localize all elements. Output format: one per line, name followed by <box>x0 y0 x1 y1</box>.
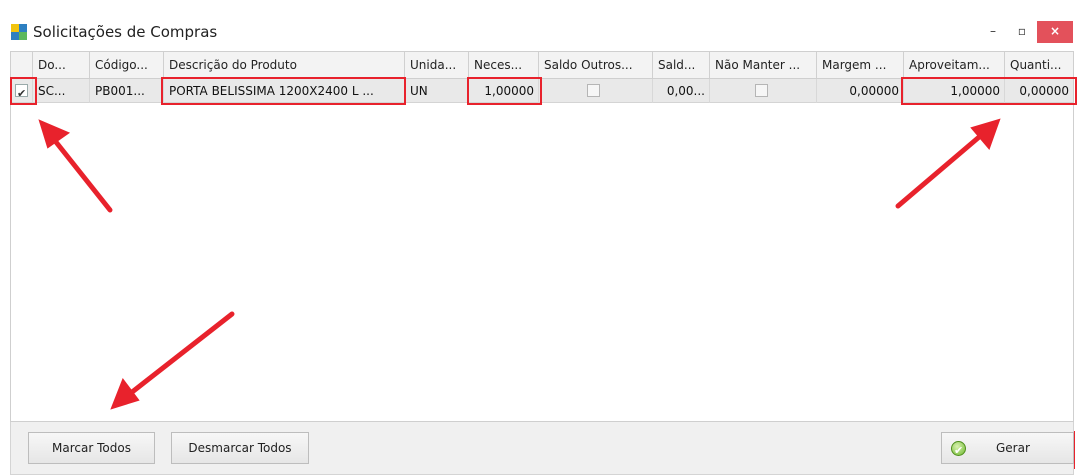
checkmark-icon <box>951 436 966 466</box>
desmarcar-todos-button[interactable]: Desmarcar Todos <box>171 432 309 464</box>
app-icon <box>11 24 27 40</box>
header-doc[interactable]: Do... <box>33 52 90 78</box>
gerar-button[interactable]: Gerar <box>941 432 1074 466</box>
gerar-label: Gerar <box>996 441 1030 455</box>
cell-codigo: PB001... <box>90 79 164 103</box>
cell-saldo-outros[interactable] <box>539 79 653 103</box>
cell-saldo: 0,00... <box>653 79 710 103</box>
row-select-cell[interactable] <box>11 79 33 103</box>
grid-header: Do... Código... Descrição do Produto Uni… <box>11 52 1073 79</box>
row-select-checkbox[interactable] <box>15 82 28 103</box>
cell-aproveitamento[interactable]: 1,00000 <box>904 79 1005 103</box>
solicitacoes-window: Solicitações de Compras – ▫ × Do... Códi… <box>0 0 1081 475</box>
header-saldo-outros[interactable]: Saldo Outros... <box>539 52 653 78</box>
cell-margem[interactable]: 0,00000 <box>817 79 904 103</box>
saldo-outros-checkbox[interactable] <box>587 84 600 97</box>
window-title: Solicitações de Compras <box>33 23 218 41</box>
header-descricao[interactable]: Descrição do Produto <box>164 52 405 78</box>
header-nao-manter[interactable]: Não Manter ... <box>710 52 817 78</box>
header-unidade[interactable]: Unida... <box>405 52 469 78</box>
nao-manter-checkbox[interactable] <box>754 84 768 97</box>
marcar-todos-button[interactable]: Marcar Todos <box>28 432 155 464</box>
cell-descricao: PORTA BELISSIMA 1200X2400 L ... <box>164 79 405 103</box>
header-codigo[interactable]: Código... <box>90 52 164 78</box>
maximize-button[interactable]: ▫ <box>1007 21 1037 43</box>
header-necessidade[interactable]: Neces... <box>469 52 539 78</box>
header-aproveitamento[interactable]: Aproveitam... <box>904 52 1005 78</box>
maximize-icon: ▫ <box>1017 24 1027 38</box>
minimize-icon: – <box>990 24 996 38</box>
close-button[interactable]: × <box>1037 21 1073 43</box>
table-row[interactable]: SC... PB001... PORTA BELISSIMA 1200X2400… <box>11 79 1073 103</box>
header-quantidade[interactable]: Quanti... <box>1005 52 1073 78</box>
cell-doc: SC... <box>33 79 90 103</box>
cell-quantidade[interactable]: 0,00000 <box>1005 79 1073 103</box>
header-select[interactable] <box>11 52 33 78</box>
minimize-button[interactable]: – <box>978 21 1008 43</box>
header-margem[interactable]: Margem ... <box>817 52 904 78</box>
title-bar: Solicitações de Compras – ▫ × <box>0 0 1081 48</box>
cell-unidade: UN <box>405 79 469 103</box>
header-saldo[interactable]: Sald... <box>653 52 710 78</box>
close-icon: × <box>1049 24 1061 38</box>
cell-necessidade[interactable]: 1,00000 <box>469 79 539 103</box>
cell-nao-manter[interactable] <box>710 79 817 103</box>
products-grid[interactable]: Do... Código... Descrição do Produto Uni… <box>10 51 1074 422</box>
footer-bar: Marcar Todos Desmarcar Todos Gerar <box>10 422 1074 475</box>
